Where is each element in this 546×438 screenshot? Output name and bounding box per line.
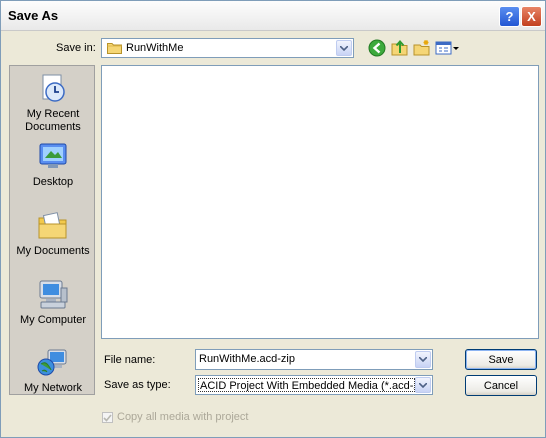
window-title: Save As <box>8 8 59 23</box>
cancel-button[interactable]: Cancel <box>465 375 537 396</box>
place-label: Desktop <box>32 176 74 188</box>
save-as-type-value: ACID Project With Embedded Media (*.acd-… <box>198 378 415 392</box>
save-in-dropdown[interactable]: RunWithMe <box>101 38 354 58</box>
place-label: My Recent <box>26 108 80 120</box>
file-name-label: File name: <box>104 354 156 366</box>
help-button[interactable]: ? <box>499 6 520 27</box>
current-folder-text: RunWithMe <box>126 42 184 54</box>
place-label: My Computer <box>19 314 87 326</box>
desktop-icon <box>39 143 67 168</box>
save-button[interactable]: Save <box>465 349 537 370</box>
help-icon: ? <box>505 9 514 24</box>
my-documents-icon <box>38 212 67 239</box>
place-my-computer[interactable]: My Computer <box>10 278 96 327</box>
close-button[interactable]: X <box>521 6 542 27</box>
file-name-field[interactable]: RunWithMe.acd-zip <box>195 349 433 370</box>
chevron-down-icon <box>419 357 427 362</box>
place-my-documents[interactable]: My Documents <box>10 209 96 258</box>
file-name-value: RunWithMe.acd-zip <box>199 353 295 365</box>
title-bar[interactable]: Save As ? X <box>1 1 545 31</box>
copy-media-label: Copy all media with project <box>117 411 249 423</box>
my-network-icon <box>37 349 67 376</box>
file-name-dropdown-arrow[interactable] <box>415 351 431 368</box>
recent-documents-icon <box>42 74 65 102</box>
chevron-down-icon <box>419 382 427 388</box>
close-icon: X <box>527 9 536 24</box>
my-computer-icon <box>39 280 68 309</box>
chevron-down-icon <box>340 45 348 51</box>
save-as-type-dropdown[interactable]: ACID Project With Embedded Media (*.acd-… <box>195 375 433 395</box>
save-as-dialog: Save As ? X Save in: RunWithMe My Recent… <box>0 0 546 438</box>
view-menu-icon[interactable] <box>434 38 460 58</box>
up-folder-icon[interactable] <box>390 38 410 58</box>
place-label: My Documents <box>16 245 90 257</box>
save-button-label: Save <box>488 353 514 366</box>
cancel-button-label: Cancel <box>483 379 519 392</box>
copy-media-checkbox[interactable] <box>102 412 113 423</box>
place-label: Documents <box>25 121 81 133</box>
checkmark-icon <box>103 413 112 422</box>
save-as-type-dropdown-arrow[interactable] <box>415 377 431 393</box>
place-desktop[interactable]: Desktop <box>10 140 96 189</box>
folder-icon <box>107 43 122 54</box>
save-in-label: Save in: <box>56 42 96 54</box>
back-icon[interactable] <box>367 38 387 58</box>
places-bar: My Recent Documents Desktop My Documents <box>9 65 95 395</box>
save-in-dropdown-arrow[interactable] <box>336 40 352 56</box>
place-my-network[interactable]: My Network <box>10 346 96 395</box>
place-my-recent-documents[interactable]: My Recent Documents <box>10 72 96 134</box>
place-label: My Network <box>23 382 83 394</box>
file-list[interactable] <box>101 65 539 339</box>
save-as-type-label: Save as type: <box>104 379 171 391</box>
new-folder-icon[interactable] <box>412 38 432 58</box>
